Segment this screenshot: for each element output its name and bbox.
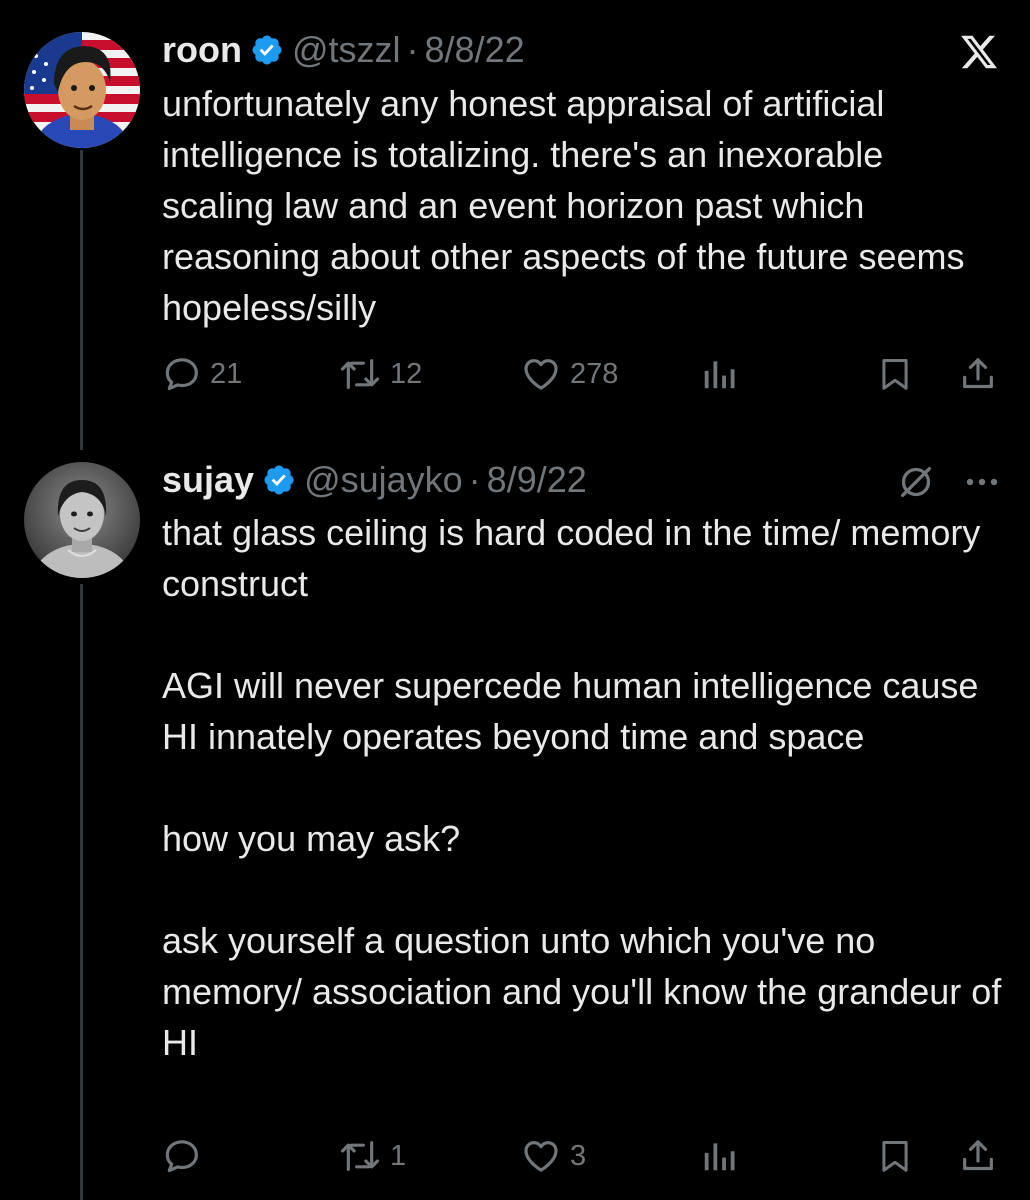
views-button[interactable] xyxy=(700,1134,738,1178)
action-bar: 21 12 278 xyxy=(162,352,1004,396)
share-icon xyxy=(963,358,993,389)
like-button[interactable]: 278 xyxy=(520,352,618,396)
separator: · xyxy=(468,459,481,500)
heart-icon xyxy=(524,359,558,390)
bookmark-button[interactable] xyxy=(876,1134,914,1178)
grok-icon[interactable] xyxy=(896,462,936,507)
views-button[interactable] xyxy=(700,352,738,396)
tweet-paragraph: ask yourself a question unto which you'v… xyxy=(162,920,1002,1063)
share-icon xyxy=(963,1140,993,1171)
tweet-paragraph: unfortunately any honest appraisal of ar… xyxy=(162,83,965,328)
tweet-text: unfortunately any honest appraisal of ar… xyxy=(162,78,1002,333)
more-icon[interactable] xyxy=(962,468,1002,501)
x-logo-icon xyxy=(958,32,1000,77)
verified-badge-icon xyxy=(262,463,296,497)
like-count: 278 xyxy=(570,357,619,390)
retweet-count: 12 xyxy=(390,357,423,390)
reply-button[interactable] xyxy=(162,1134,210,1178)
handle[interactable]: @tszzl xyxy=(292,30,401,70)
thread-line xyxy=(80,584,83,1200)
bookmark-icon xyxy=(882,1141,908,1172)
tweet-paragraph: how you may ask? xyxy=(162,818,461,859)
like-button[interactable]: 3 xyxy=(520,1134,586,1178)
timestamp[interactable]: 8/8/22 xyxy=(425,30,525,70)
reply-button[interactable]: 21 xyxy=(162,352,242,396)
display-name[interactable]: roon xyxy=(162,30,242,70)
bookmark-icon xyxy=(882,359,908,390)
timestamp[interactable]: 8/9/22 xyxy=(487,460,587,500)
tweet-text: that glass ceiling is hard coded in the … xyxy=(162,507,1002,1068)
handle[interactable]: @sujayko xyxy=(304,460,463,500)
verified-badge-icon xyxy=(250,33,284,67)
share-button[interactable] xyxy=(958,1134,998,1178)
retweet-icon xyxy=(340,359,380,389)
avatar[interactable] xyxy=(24,462,140,578)
retweet-icon xyxy=(340,1141,380,1171)
display-name[interactable]: sujay xyxy=(162,460,254,500)
views-icon xyxy=(704,1143,735,1171)
tweet-header: sujay @sujayko · 8/9/22 xyxy=(162,460,587,500)
separator: · xyxy=(406,29,419,70)
reply-icon xyxy=(165,358,198,391)
tweet-paragraph: that glass ceiling is hard coded in the … xyxy=(162,512,981,604)
thread-line xyxy=(80,150,83,450)
retweet-button[interactable]: 12 xyxy=(338,352,422,396)
reply-icon xyxy=(165,1140,198,1173)
action-bar: 1 3 xyxy=(162,1134,1004,1178)
like-count: 3 xyxy=(570,1139,587,1172)
tweet-header: roon @tszzl · 8/8/22 xyxy=(162,30,525,70)
tweet-paragraph: AGI will never supercede human intellige… xyxy=(162,665,979,757)
retweet-count: 1 xyxy=(390,1139,407,1172)
retweet-button[interactable]: 1 xyxy=(338,1134,406,1178)
reply-count: 21 xyxy=(210,357,243,390)
heart-icon xyxy=(524,1141,558,1172)
bookmark-button[interactable] xyxy=(876,352,914,396)
share-button[interactable] xyxy=(958,352,998,396)
avatar[interactable] xyxy=(24,32,140,148)
views-icon xyxy=(704,361,735,389)
